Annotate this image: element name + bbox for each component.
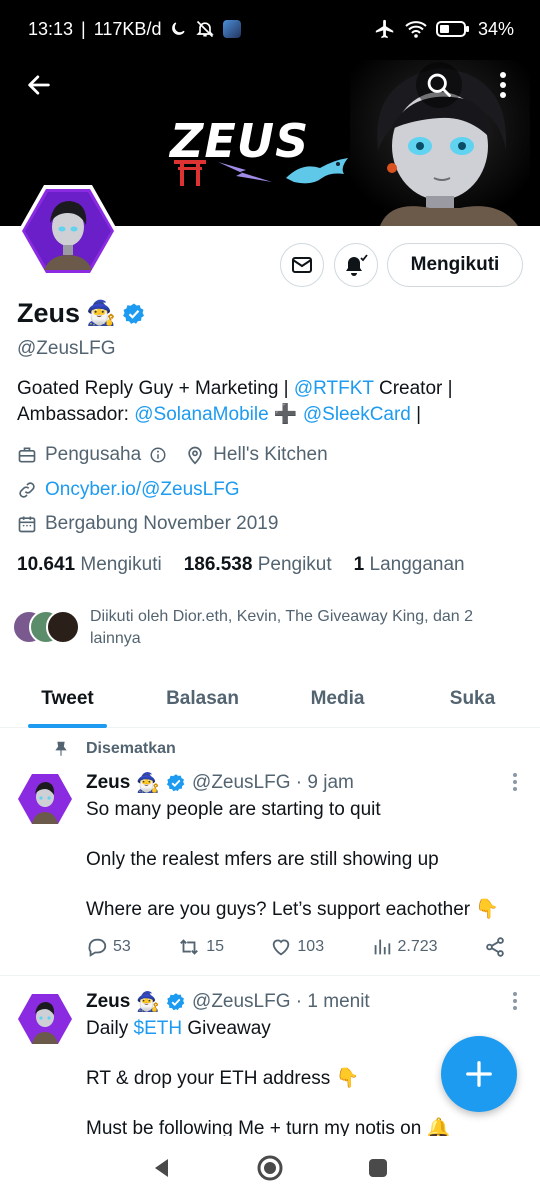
location-pin-icon <box>185 445 205 465</box>
vertical-dots-icon <box>513 773 517 791</box>
following-button[interactable]: Mengikuti <box>387 243 523 287</box>
reply-button[interactable]: 53 <box>86 936 131 958</box>
briefcase-icon <box>17 445 37 465</box>
notifications-button[interactable] <box>334 243 378 287</box>
plus-icon <box>466 1061 492 1087</box>
verified-badge-icon <box>123 303 144 324</box>
heart-icon <box>273 939 290 956</box>
back-button[interactable] <box>16 62 62 108</box>
profile-avatar[interactable] <box>16 183 120 279</box>
subscriptions-stat[interactable]: 1 Langganan <box>354 554 465 576</box>
profile-joined-date: Bergabung November 2019 <box>45 513 279 534</box>
info-icon[interactable] <box>149 446 167 464</box>
share-button[interactable] <box>484 936 506 958</box>
bell-check-icon <box>346 254 368 276</box>
tweet-handle-time: @ZeusLFG · 1 menit <box>192 991 370 1012</box>
system-navigation-bar <box>0 1136 540 1200</box>
search-icon <box>427 73 451 97</box>
tweet-avatar[interactable] <box>17 992 73 1046</box>
mention-rtfkt-link[interactable]: @RTFKT <box>294 378 374 399</box>
profile-tabs: Tweet Balasan Media Suka <box>0 670 540 728</box>
followed-by-text: Diikuti oleh Dior.eth, Kevin, The Giveaw… <box>90 608 474 647</box>
mention-sleekcard-link[interactable]: @SleekCard <box>303 404 411 425</box>
avatar <box>46 610 80 644</box>
compose-tweet-button[interactable] <box>441 1036 517 1112</box>
message-button[interactable] <box>280 243 324 287</box>
following-stat[interactable]: 10.641 Mengikuti <box>17 554 162 576</box>
battery-percent: 34% <box>477 18 514 39</box>
profile-name-row: Zeus 🧙‍♂️ <box>17 298 146 329</box>
tweet-author-name[interactable]: Zeus <box>86 991 130 1013</box>
vertical-dots-icon <box>513 992 517 1010</box>
back-triangle-icon[interactable] <box>151 1157 173 1179</box>
vertical-dots-icon <box>500 72 506 98</box>
profile-profession: Pengusaha <box>45 444 142 465</box>
app-notification-icon <box>223 20 242 38</box>
profile-stats: 10.641 Mengikuti 186.538 Pengikut 1 Lang… <box>17 554 465 576</box>
home-circle-icon[interactable] <box>256 1154 284 1182</box>
calendar-icon <box>17 514 37 534</box>
tweet-more-button[interactable] <box>512 991 518 1016</box>
retweet-icon <box>180 939 199 955</box>
profile-display-name: Zeus <box>17 298 81 328</box>
cashtag-eth-link[interactable]: $ETH <box>134 1018 183 1039</box>
tweet-header: Zeus 🧙‍♂️ @ZeusLFG · 1 menit <box>86 991 370 1013</box>
tab-likes[interactable]: Suka <box>405 670 540 727</box>
tab-media[interactable]: Media <box>270 670 405 727</box>
profile-website-row: Oncyber.io/@ZeusLFG <box>17 479 240 501</box>
tweet-text: So many people are starting to quit Only… <box>86 799 500 920</box>
banner-decoration <box>172 154 352 188</box>
tab-replies[interactable]: Balasan <box>135 670 270 727</box>
tweet-header: Zeus 🧙‍♂️ @ZeusLFG · 9 jam <box>86 772 354 794</box>
battery-icon <box>435 20 470 38</box>
status-bar: 13:13 | 117KB/d 34% <box>0 0 540 58</box>
tab-tweet[interactable]: Tweet <box>0 670 135 728</box>
link-icon <box>17 480 37 500</box>
tweet-handle-time: @ZeusLFG · 9 jam <box>192 772 354 793</box>
profile-joined-row: Bergabung November 2019 <box>17 513 278 535</box>
tweet-author-name[interactable]: Zeus <box>86 772 130 794</box>
airplane-icon <box>374 18 396 40</box>
tweet-divider <box>0 975 540 976</box>
views-button[interactable]: 2.723 <box>371 936 438 958</box>
profile-meta-row: Pengusaha Hell's Kitchen <box>17 444 328 466</box>
followed-by-avatars <box>12 610 80 646</box>
back-arrow-icon <box>28 75 50 95</box>
profile-bio: Goated Reply Guy + Marketing | @RTFKT Cr… <box>17 378 453 425</box>
followed-by-row[interactable]: Diikuti oleh Dior.eth, Kevin, The Giveaw… <box>12 606 500 650</box>
retweet-button[interactable]: 15 <box>177 936 224 958</box>
profile-website-link[interactable]: Oncyber.io/@ZeusLFG <box>45 479 240 501</box>
tweet-more-button[interactable] <box>512 772 518 797</box>
tweet-actions: 53 15 103 2.723 <box>86 936 506 958</box>
profile-handle: @ZeusLFG <box>17 338 116 359</box>
verified-badge-icon <box>166 774 185 792</box>
envelope-icon <box>292 257 312 273</box>
views-chart-icon <box>374 939 390 955</box>
pinned-label-row: Disematkan <box>52 740 176 758</box>
search-button[interactable] <box>416 62 462 108</box>
mention-solanamobile-link[interactable]: @SolanaMobile <box>134 404 268 425</box>
wizard-emoji: 🧙‍♂️ <box>86 300 116 327</box>
moon-icon <box>169 20 187 38</box>
share-icon <box>486 937 504 957</box>
pin-icon <box>55 741 67 756</box>
verified-badge-icon <box>166 993 185 1011</box>
like-button[interactable]: 103 <box>270 936 324 958</box>
reply-icon <box>88 938 107 957</box>
status-network-speed: 117KB/d <box>93 18 162 39</box>
status-time: 13:13 <box>28 18 74 39</box>
tweet-avatar[interactable] <box>17 772 73 826</box>
followers-stat[interactable]: 186.538 Pengikut <box>184 554 332 576</box>
wifi-icon <box>404 19 428 39</box>
more-options-button[interactable] <box>480 62 526 108</box>
muted-bell-icon <box>195 19 215 39</box>
profile-location: Hell's Kitchen <box>213 444 328 465</box>
recents-square-icon[interactable] <box>367 1157 389 1179</box>
